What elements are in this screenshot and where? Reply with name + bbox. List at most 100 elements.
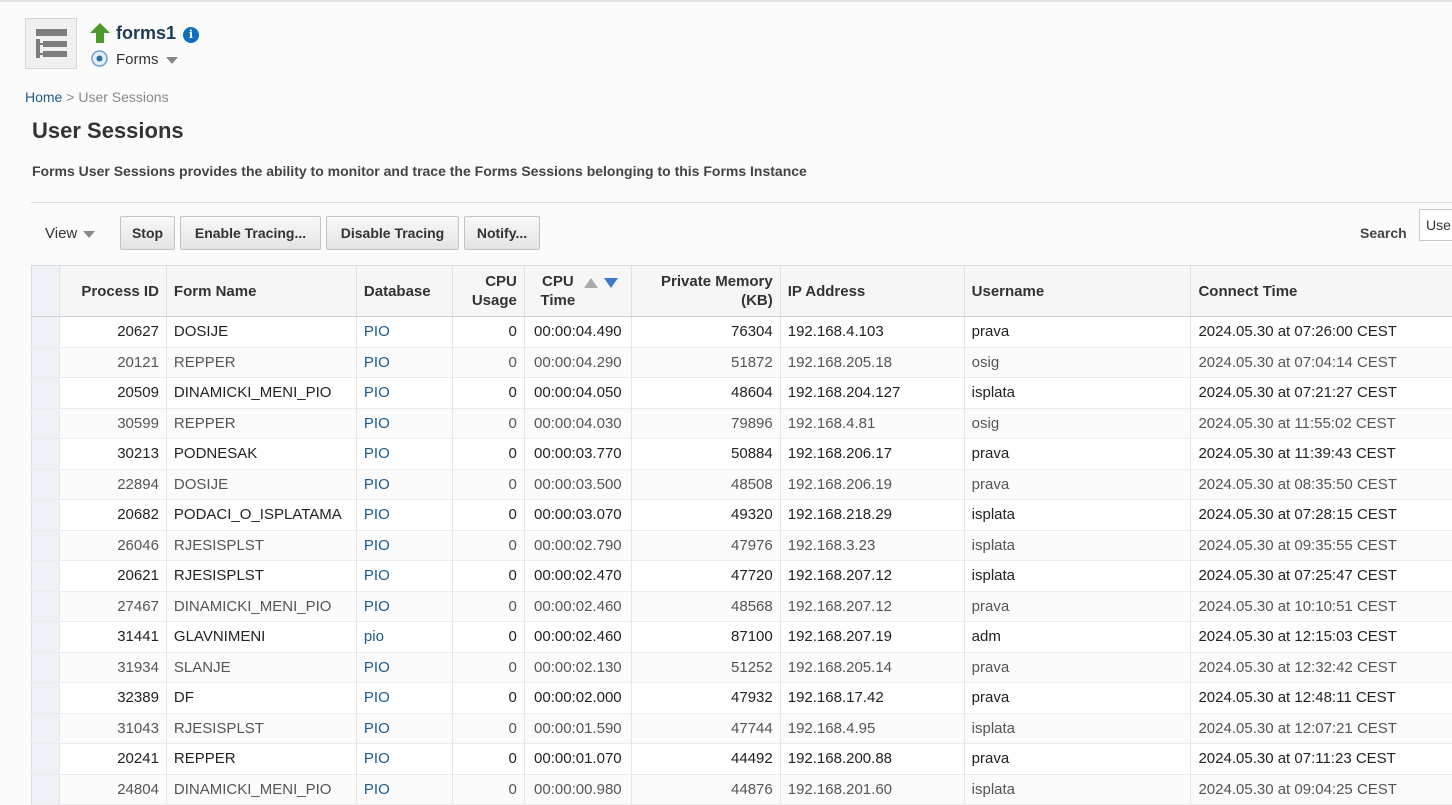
row-selector[interactable] [31, 560, 60, 592]
table-row[interactable]: 20241 REPPER PIO 0 00:00:01.070 44492 192.168.… [31, 743, 1452, 775]
table-row[interactable]: 26046 RJESISPLST PIO 0 00:00:02.790 47976 192.… [31, 530, 1452, 561]
chevron-down-icon[interactable] [166, 57, 178, 64]
column-header-cpu-time[interactable]: CPU Time [523, 265, 632, 317]
process-id-cell: 26046 [58, 530, 167, 561]
cpu-usage-cell: 0 [451, 621, 525, 653]
database-link[interactable]: PIO [364, 506, 390, 523]
column-header-form-name[interactable]: Form Name [165, 265, 357, 317]
row-selector[interactable] [31, 621, 60, 653]
table-row[interactable]: 20621 RJESISPLST PIO 0 00:00:02.470 47720 192.… [31, 560, 1452, 592]
database-link[interactable]: PIO [364, 750, 390, 767]
database-link[interactable]: PIO [364, 384, 390, 401]
row-selector[interactable] [31, 316, 60, 348]
row-selector[interactable] [31, 713, 60, 744]
table-row[interactable]: 31934 SLANJE PIO 0 00:00:02.130 51252 192.168.… [31, 652, 1452, 683]
cpu-time-header-label: CPU Time [540, 273, 576, 309]
cpu-usage-cell: 0 [451, 652, 525, 683]
private-memory-cell: 87100 [630, 621, 781, 653]
database-cell: PIO [355, 438, 453, 470]
table-row[interactable]: 31043 RJESISPLST PIO 0 00:00:01.590 47744 192.… [31, 713, 1452, 744]
database-link[interactable]: PIO [364, 567, 390, 584]
cpu-usage-cell: 0 [451, 774, 525, 805]
username-cell: prava [963, 469, 1191, 500]
enable-tracing-button[interactable]: Enable Tracing... [180, 216, 321, 250]
sort-ascending-icon[interactable] [583, 278, 598, 288]
private-memory-cell: 76304 [630, 316, 781, 348]
row-selector[interactable] [31, 774, 60, 805]
breadcrumb-current: User Sessions [78, 89, 169, 105]
form-name-cell: SLANJE [165, 652, 357, 683]
database-link[interactable]: PIO [364, 476, 390, 493]
column-header-ip-address[interactable]: IP Address [779, 265, 965, 317]
stop-button[interactable]: Stop [120, 216, 175, 250]
table-row[interactable]: 20627 DOSIJE PIO 0 00:00:04.490 76304 192.168.… [31, 316, 1452, 348]
row-selector[interactable] [31, 438, 60, 470]
target-menu-icon[interactable] [25, 18, 77, 69]
table-row[interactable]: 27467 DINAMICKI_MENI_PIO PIO 0 00:00:02.460 4… [31, 591, 1452, 622]
process-id-cell: 31441 [58, 621, 167, 653]
row-selector[interactable] [31, 347, 60, 378]
target-type-menu[interactable]: Forms [116, 51, 159, 68]
private-memory-cell: 48604 [630, 377, 781, 409]
breadcrumb-home-link[interactable]: Home [25, 89, 62, 105]
column-header-username[interactable]: Username [963, 265, 1191, 317]
table-row[interactable]: 31441 GLAVNIMENI pio 0 00:00:02.460 87100 192.… [31, 621, 1452, 653]
database-link[interactable]: PIO [364, 720, 390, 737]
row-selector[interactable] [31, 530, 60, 561]
process-id-cell: 20241 [58, 743, 167, 775]
database-link[interactable]: PIO [364, 354, 390, 371]
form-name-cell: DOSIJE [165, 469, 357, 500]
process-id-cell: 20621 [58, 560, 167, 592]
row-selector[interactable] [31, 743, 60, 775]
row-selector[interactable] [31, 499, 60, 531]
process-id-cell: 27467 [58, 591, 167, 622]
row-selector[interactable] [31, 591, 60, 622]
database-link[interactable]: pio [364, 628, 384, 645]
target-name[interactable]: forms1 [116, 23, 176, 44]
row-selector[interactable] [31, 377, 60, 409]
disable-tracing-button[interactable]: Disable Tracing [326, 216, 459, 250]
column-header-private-memory[interactable]: Private Memory (KB) [630, 265, 781, 317]
username-cell: isplata [963, 560, 1191, 592]
table-row[interactable]: 32389 DF PIO 0 00:00:02.000 47932 192.168.17.4… [31, 682, 1452, 714]
database-link[interactable]: PIO [364, 537, 390, 554]
search-input[interactable] [1419, 209, 1452, 241]
form-name-cell: PODACI_O_ISPLATAMA [165, 499, 357, 531]
database-cell: PIO [355, 743, 453, 775]
column-header-connect-time[interactable]: Connect Time [1190, 265, 1452, 317]
cpu-usage-cell: 0 [451, 560, 525, 592]
row-selector[interactable] [31, 682, 60, 714]
database-link[interactable]: PIO [364, 323, 390, 340]
table-row[interactable]: 20121 REPPER PIO 0 00:00:04.290 51872 192.168.… [31, 347, 1452, 378]
table-row[interactable]: 20682 PODACI_O_ISPLATAMA PIO 0 00:00:03.070 4… [31, 499, 1452, 531]
private-memory-cell: 51872 [630, 347, 781, 378]
form-name-cell: RJESISPLST [165, 530, 357, 561]
cpu-usage-cell: 0 [451, 469, 525, 500]
ip-address-cell: 192.168.206.19 [779, 469, 965, 500]
form-name-cell: REPPER [165, 347, 357, 378]
row-selector[interactable] [31, 408, 60, 439]
table-row[interactable]: 22894 DOSIJE PIO 0 00:00:03.500 48508 192.168.… [31, 469, 1452, 500]
table-row[interactable]: 24804 DINAMICKI_MENI_PIO PIO 0 00:00:00.980 4… [31, 774, 1452, 805]
table-row[interactable]: 30213 PODNESAK PIO 0 00:00:03.770 50884 192.16… [31, 438, 1452, 470]
database-link[interactable]: PIO [364, 445, 390, 462]
private-memory-cell: 44876 [630, 774, 781, 805]
row-selector[interactable] [31, 652, 60, 683]
info-icon[interactable]: i [183, 27, 199, 43]
column-header-process-id[interactable]: Process ID [58, 265, 167, 317]
column-header-cpu-usage[interactable]: CPU Usage [451, 265, 525, 317]
database-link[interactable]: PIO [364, 659, 390, 676]
database-link[interactable]: PIO [364, 598, 390, 615]
table-row[interactable]: 30599 REPPER PIO 0 00:00:04.030 79896 192.168.… [31, 408, 1452, 439]
sort-descending-icon[interactable] [603, 278, 618, 288]
row-selector[interactable] [31, 469, 60, 500]
column-header-database[interactable]: Database [355, 265, 453, 317]
username-cell: isplata [963, 713, 1191, 744]
database-link[interactable]: PIO [364, 781, 390, 798]
process-id-cell: 22894 [58, 469, 167, 500]
table-row[interactable]: 20509 DINAMICKI_MENI_PIO PIO 0 00:00:04.050 4… [31, 377, 1452, 409]
view-menu[interactable]: View [45, 225, 96, 242]
database-link[interactable]: PIO [364, 415, 390, 432]
notify-button[interactable]: Notify... [464, 216, 540, 250]
database-link[interactable]: PIO [364, 689, 390, 706]
